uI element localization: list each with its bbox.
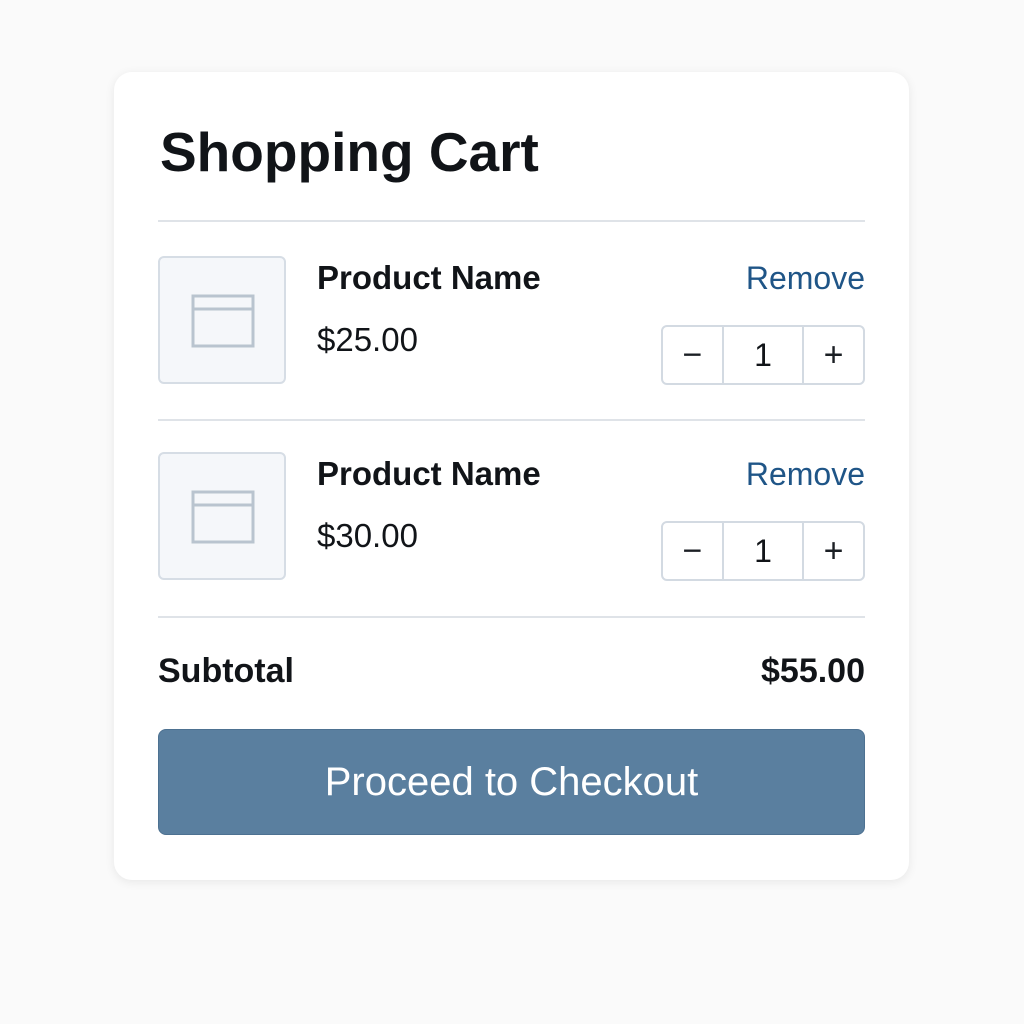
remove-link[interactable]: Remove [746, 456, 865, 493]
product-name: Product Name [317, 259, 541, 296]
remove-link[interactable]: Remove [746, 260, 865, 297]
image-placeholder-icon [191, 490, 255, 544]
divider [158, 616, 865, 618]
product-thumbnail [158, 452, 286, 580]
subtotal-value: $55.00 [761, 652, 865, 690]
cart-item: Product Name $25.00 Remove − 1 + [158, 256, 865, 388]
checkout-button[interactable]: Proceed to Checkout [158, 729, 865, 835]
page-title: Shopping Cart [160, 121, 539, 183]
product-price: $25.00 [317, 321, 418, 358]
product-thumbnail [158, 256, 286, 384]
quantity-stepper: − 1 + [661, 325, 865, 385]
divider [158, 419, 865, 421]
product-name: Product Name [317, 455, 541, 492]
decrement-button[interactable]: − [663, 523, 722, 579]
product-price: $30.00 [317, 517, 418, 554]
subtotal-label: Subtotal [158, 652, 294, 690]
decrement-button[interactable]: − [663, 327, 722, 383]
quantity-value[interactable]: 1 [721, 327, 805, 383]
quantity-stepper: − 1 + [661, 521, 865, 581]
divider [158, 220, 865, 222]
image-placeholder-icon [191, 294, 255, 348]
quantity-value[interactable]: 1 [721, 523, 805, 579]
shopping-cart-card: Shopping Cart Product Name $25.00 Remove… [114, 72, 909, 880]
increment-button[interactable]: + [804, 327, 863, 383]
cart-item: Product Name $30.00 Remove − 1 + [158, 452, 865, 584]
increment-button[interactable]: + [804, 523, 863, 579]
